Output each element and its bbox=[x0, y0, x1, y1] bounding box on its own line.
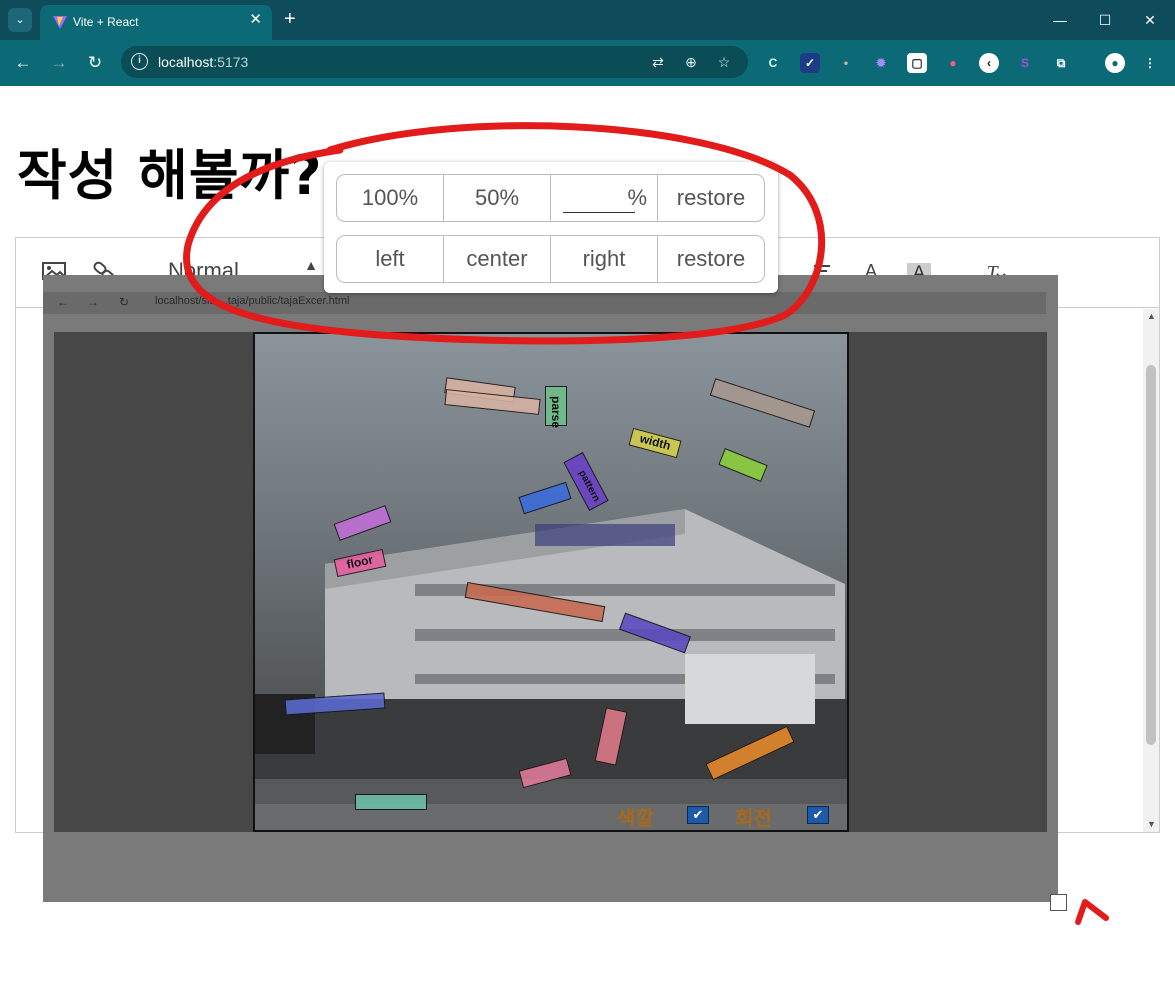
maximize-icon[interactable]: ☐ bbox=[1095, 10, 1115, 30]
embedded-back-icon: ← bbox=[57, 295, 69, 309]
color-checkbox-label: 색깔 bbox=[617, 808, 654, 830]
site-info-icon[interactable]: i bbox=[131, 53, 148, 70]
size-50-button[interactable]: 50% bbox=[444, 175, 551, 221]
scroll-down-icon[interactable]: ▼ bbox=[1147, 819, 1156, 829]
extension-rocket-icon[interactable]: ● bbox=[943, 53, 963, 73]
size-100-button[interactable]: 100% bbox=[337, 175, 444, 221]
minimize-icon[interactable]: — bbox=[1050, 10, 1070, 30]
close-tab-icon[interactable]: ✕ bbox=[249, 12, 262, 28]
falling-word bbox=[355, 794, 427, 810]
align-left-button[interactable]: left bbox=[337, 236, 444, 282]
tab-search-button[interactable]: ⌄ bbox=[8, 8, 32, 32]
zoom-icon[interactable]: ⊕ bbox=[682, 53, 700, 71]
embedded-screenshot-image[interactable]: ← → ↻ localhost/site...taja/public/tajaE… bbox=[43, 275, 1058, 902]
address-bar[interactable]: i localhost:5173 ⇄ ⊕ ☆ bbox=[121, 46, 748, 78]
tab-title: Vite + React bbox=[73, 15, 139, 29]
extension-flask-icon[interactable]: • bbox=[836, 53, 856, 73]
browser-toolbar: ← → ↻ i localhost:5173 ⇄ ⊕ ☆ C ✓ • ✹ ▢ ●… bbox=[0, 40, 1175, 86]
extension-s-icon[interactable]: S bbox=[1015, 53, 1035, 73]
embedded-browser-bar: ← → ↻ localhost/site...taja/public/tajaE… bbox=[43, 292, 1046, 314]
extension-arrow-icon[interactable]: ‹ bbox=[979, 53, 999, 73]
align-center-button[interactable]: center bbox=[444, 236, 551, 282]
extension-window-icon[interactable]: ▢ bbox=[907, 53, 927, 73]
custom-percent-input[interactable] bbox=[563, 186, 635, 213]
menu-kebab-icon[interactable]: ⋮ bbox=[1140, 53, 1160, 73]
rotate-checkbox-label: 회전 bbox=[735, 808, 772, 830]
image-resize-handle[interactable] bbox=[1050, 894, 1067, 911]
align-restore-button[interactable]: restore bbox=[658, 236, 764, 282]
percent-sign: % bbox=[627, 185, 647, 210]
embedded-forward-icon: → bbox=[87, 295, 99, 309]
page-heading: 작성 해볼까? bbox=[17, 144, 323, 207]
scroll-up-icon[interactable]: ▲ bbox=[1147, 311, 1156, 321]
embedded-photo: parse width floor pattern 색깔 ✔ 회전 ✔ bbox=[253, 332, 849, 832]
image-resize-popup: 100% 50% % restore left center right res… bbox=[324, 162, 778, 293]
align-right-button[interactable]: right bbox=[551, 236, 658, 282]
tab-strip: ⌄ Vite + React ✕ + — ☐ ✕ bbox=[0, 0, 1175, 40]
editor-scrollbar[interactable]: ▲ ▼ bbox=[1143, 309, 1159, 832]
profile-avatar-icon[interactable]: ● bbox=[1105, 53, 1125, 73]
new-tab-button[interactable]: + bbox=[284, 8, 296, 30]
extension-gear-icon[interactable]: ✹ bbox=[871, 53, 891, 73]
url-text[interactable]: localhost:5173 bbox=[158, 54, 248, 70]
bookmark-star-icon[interactable]: ☆ bbox=[715, 53, 733, 71]
color-checkbox: ✔ bbox=[687, 806, 709, 824]
reload-icon[interactable]: ↻ bbox=[84, 52, 106, 74]
back-icon[interactable]: ← bbox=[12, 52, 34, 74]
size-restore-button[interactable]: restore bbox=[658, 175, 764, 221]
translate-icon[interactable]: ⇄ bbox=[649, 53, 667, 71]
size-button-group: 100% 50% % restore bbox=[336, 174, 765, 222]
extension-check-icon[interactable]: ✓ bbox=[800, 53, 820, 73]
embedded-reload-icon: ↻ bbox=[119, 295, 130, 309]
rotate-checkbox: ✔ bbox=[807, 806, 829, 824]
active-tab[interactable]: Vite + React ✕ bbox=[40, 5, 272, 40]
close-window-icon[interactable]: ✕ bbox=[1140, 10, 1160, 30]
forward-icon[interactable]: → bbox=[48, 52, 70, 74]
embedded-url: localhost/site...taja/public/tajaExcer.h… bbox=[155, 295, 350, 307]
vite-logo-icon bbox=[53, 16, 67, 29]
falling-word: parse bbox=[545, 386, 567, 428]
align-button-group: left center right restore bbox=[336, 235, 765, 283]
extensions-puzzle-icon[interactable]: ⧉ bbox=[1051, 53, 1071, 73]
extension-c-icon[interactable]: C bbox=[763, 53, 783, 73]
custom-percent-field[interactable]: % bbox=[551, 175, 658, 221]
scrollbar-thumb[interactable] bbox=[1146, 365, 1156, 745]
